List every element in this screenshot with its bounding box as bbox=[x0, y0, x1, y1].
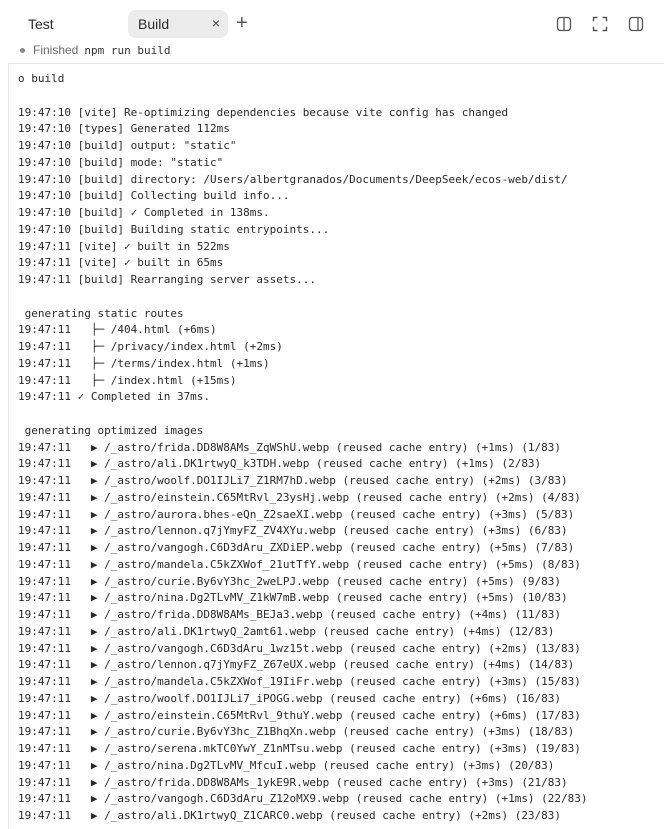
log-line: 19:47:11 ▶ /_astro/vangogh.C6D3dAru_1wz1… bbox=[18, 641, 581, 655]
tab-test[interactable]: Test bbox=[14, 10, 68, 38]
log-line: 19:47:11 ├─ /privacy/index.html (+2ms) bbox=[18, 340, 283, 353]
status-dot-icon bbox=[20, 47, 25, 53]
status-text: Finished bbox=[33, 43, 79, 57]
log-line: 19:47:11 [vite] ✓ built in 522ms bbox=[18, 239, 230, 253]
log-line: 19:47:11 ▶ /_astro/vangogh.C6D3dAru_ZXDi… bbox=[18, 541, 575, 554]
log-line: 19:47:11 ▶ /_astro/vangogh.C6D3dAru_Z12o… bbox=[18, 792, 588, 806]
log-line: 19:47:10 [build] mode: "static" bbox=[18, 155, 224, 169]
sidebar-icon[interactable] bbox=[628, 16, 644, 32]
log-line: 19:47:11 ▶ /_astro/ali.DK1rtwyQ_k3TDH.we… bbox=[18, 457, 542, 471]
log-line: 19:47:10 [build] output: "static" bbox=[18, 139, 237, 152]
log-line: 19:47:11 ▶ /_astro/aurora.bhes-eQn_Z2sae… bbox=[18, 507, 575, 521]
log-line: o build bbox=[18, 72, 65, 85]
panel-border bbox=[8, 63, 9, 829]
log-line: 19:47:11 ▶ /_astro/einstein.C65MtRvl_23y… bbox=[18, 490, 581, 504]
log-line: 19:47:11 ▶ /_astro/frida.DD8W8AMs_ZqWShU… bbox=[18, 440, 562, 454]
log-line: 19:47:11 ▶ /_astro/woolf.DO1IJLi7_iPOGG.… bbox=[18, 691, 562, 705]
tab-bar: Test Build × + bbox=[0, 0, 664, 48]
log-line: 19:47:11 ▶ /_astro/nina.Dg2TLvMV_Z1kW7mB… bbox=[18, 591, 568, 605]
terminal-output[interactable]: o build 19:47:10 [vite] Re-optimizing dep… bbox=[18, 71, 664, 829]
log-line: 19:47:11 ▶ /_astro/ali.DK1rtwyQ_Z1CARC0.… bbox=[18, 809, 562, 822]
log-line: 19:47:11 ✓ Completed in 37ms. bbox=[18, 390, 211, 404]
log-line: 19:47:11 ▶ /_astro/frida.DD8W8AMs_BEJa3.… bbox=[18, 608, 562, 621]
add-tab-button[interactable]: + bbox=[236, 11, 248, 35]
log-line: generating optimized images bbox=[18, 423, 204, 437]
fullscreen-icon[interactable] bbox=[592, 16, 608, 32]
log-line: 19:47:11 ▶ /_astro/lennon.q7jYmyFZ_Z67eU… bbox=[18, 658, 575, 672]
log-line: 19:47:11 ├─ /index.html (+15ms) bbox=[18, 373, 237, 387]
log-line: 19:47:11 [build] Rearranging server asse… bbox=[18, 273, 317, 286]
log-line: 19:47:11 ▶ /_astro/frida.DD8W8AMs_1ykE9R… bbox=[18, 775, 568, 789]
log-line: 19:47:11 ▶ /_astro/curie.By6vY3hc_2weLPJ… bbox=[18, 574, 562, 588]
log-line: 19:47:11 ▶ /_astro/einstein.C65MtRvl_9th… bbox=[18, 708, 581, 722]
log-line: 19:47:11 ▶ /_astro/curie.By6vY3hc_Z1BhqX… bbox=[18, 725, 575, 739]
log-line: 19:47:11 ▶ /_astro/mandela.C5kZXWof_21ut… bbox=[18, 557, 581, 571]
tab-label: Test bbox=[28, 16, 54, 32]
log-line: 19:47:10 [build] directory: /Users/alber… bbox=[18, 172, 568, 186]
split-view-icon[interactable] bbox=[556, 16, 572, 32]
log-line: 19:47:11 ├─ /terms/index.html (+1ms) bbox=[18, 356, 270, 370]
log-line: generating static routes bbox=[18, 306, 184, 320]
log-line: 19:47:10 [vite] Re-optimizing dependenci… bbox=[18, 105, 509, 119]
log-line: 19:47:10 [build] Building static entrypo… bbox=[18, 222, 330, 236]
log-line: 19:47:10 [types] Generated 112ms bbox=[18, 122, 230, 136]
close-icon[interactable]: × bbox=[212, 15, 220, 31]
log-line: 19:47:11 ├─ /404.html (+6ms) bbox=[18, 323, 217, 337]
divider bbox=[8, 63, 664, 64]
log-line: 19:47:11 [vite] ✓ built in 65ms bbox=[18, 256, 224, 270]
log-line: 19:47:10 [build] ✓ Completed in 138ms. bbox=[18, 206, 270, 219]
log-line: 19:47:11 ▶ /_astro/serena.mkTC0YwY_Z1nMT… bbox=[18, 742, 581, 755]
log-line: 19:47:10 [build] Collecting build info..… bbox=[18, 189, 290, 203]
tab-build[interactable]: Build × bbox=[128, 10, 228, 38]
log-line: 19:47:11 ▶ /_astro/lennon.q7jYmyFZ_ZV4XY… bbox=[18, 524, 568, 538]
run-status: Finished npm run build bbox=[20, 42, 170, 58]
log-line: 19:47:11 ▶ /_astro/ali.DK1rtwyQ_2amt61.w… bbox=[18, 624, 555, 638]
log-line: 19:47:11 ▶ /_astro/mandela.C5kZXWof_19Ii… bbox=[18, 675, 581, 688]
log-line: 19:47:11 ▶ /_astro/woolf.DO1IJLi7_Z1RM7h… bbox=[18, 474, 568, 487]
log-line: 19:47:11 ▶ /_astro/nina.Dg2TLvMV_MfcuI.w… bbox=[18, 758, 555, 772]
tab-label: Build bbox=[138, 16, 170, 32]
status-command: npm run build bbox=[84, 43, 171, 57]
